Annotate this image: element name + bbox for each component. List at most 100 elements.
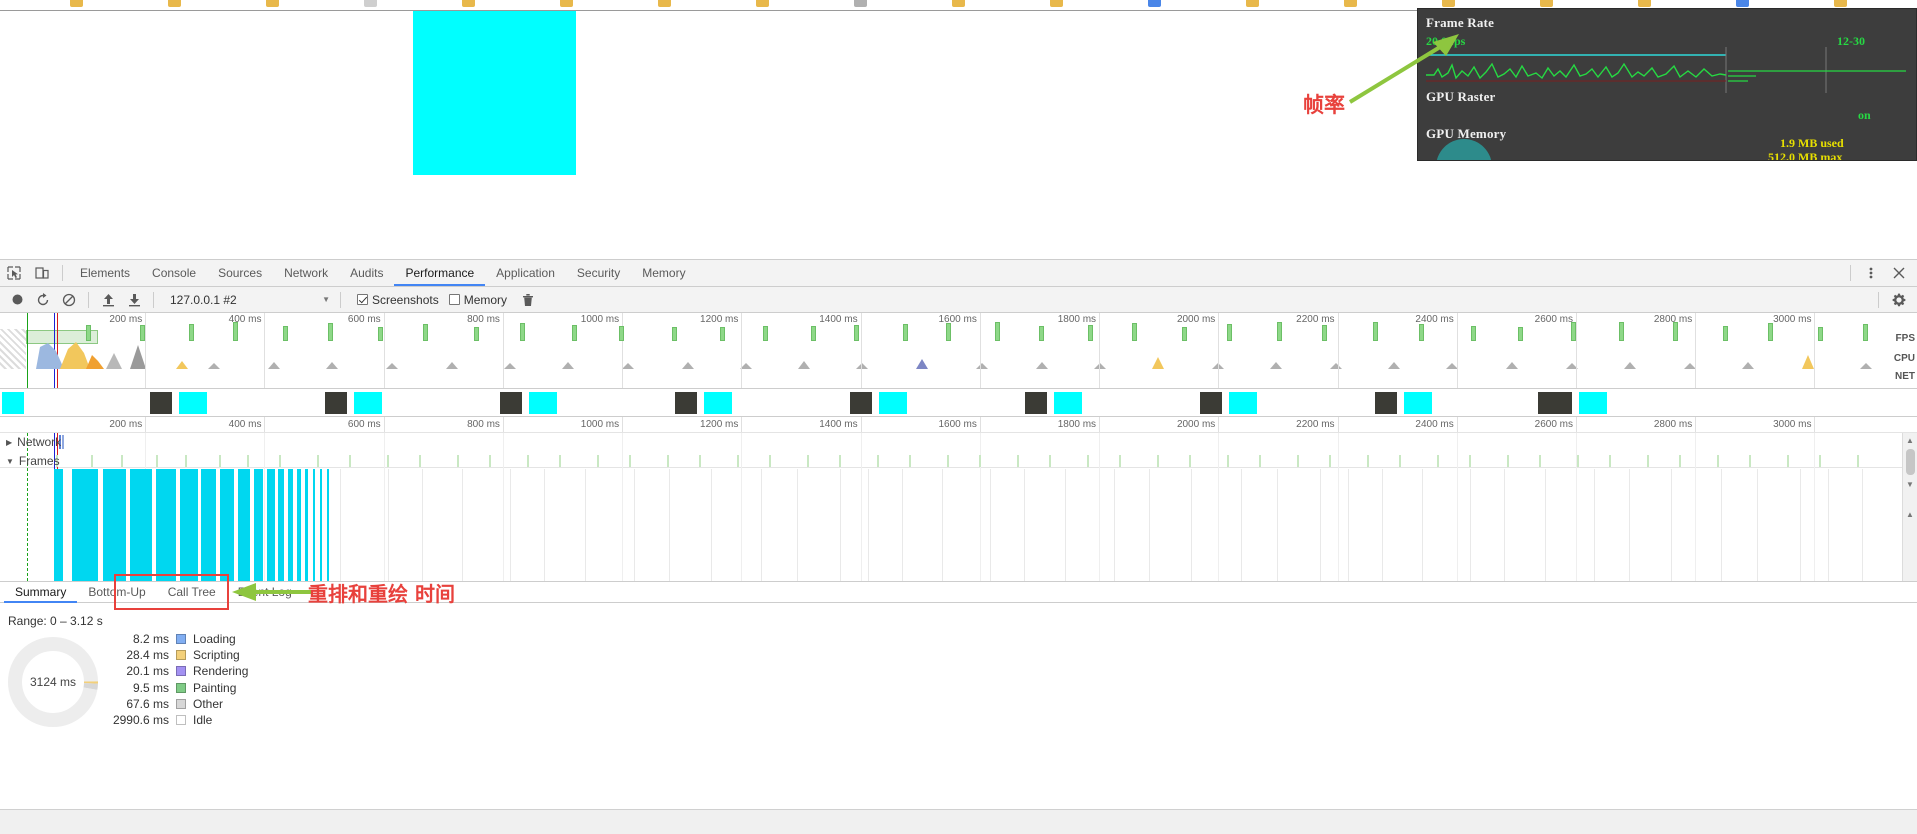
frame-marker xyxy=(1469,455,1471,467)
frame-bar[interactable] xyxy=(254,469,263,581)
frame-bar[interactable] xyxy=(103,469,126,581)
bookmark-item[interactable] xyxy=(1834,0,1847,7)
bookmark-item[interactable] xyxy=(462,0,475,7)
flame-chart-tracks[interactable]: ▶ Network ▼ Frames ▲ ▼ ▲ xyxy=(0,433,1917,581)
frame-bar[interactable] xyxy=(297,469,301,581)
load-profile-icon[interactable] xyxy=(95,288,121,312)
frame-bar[interactable] xyxy=(320,469,322,581)
clear-recording-icon[interactable] xyxy=(56,288,82,312)
screenshot-filmstrip[interactable] xyxy=(0,389,1917,417)
frame-bar[interactable] xyxy=(267,469,275,581)
bookmark-item[interactable] xyxy=(168,0,181,7)
more-options-icon[interactable] xyxy=(1857,260,1885,286)
bookmark-item[interactable] xyxy=(1442,0,1455,7)
session-select[interactable]: 127.0.0.1 #2 ▼ xyxy=(166,290,334,309)
scroll-down-icon[interactable]: ▼ xyxy=(1903,477,1917,491)
tab-audits[interactable]: Audits xyxy=(339,260,394,286)
filmstrip-thumbnail[interactable] xyxy=(704,392,732,414)
frame-bar[interactable] xyxy=(305,469,308,581)
screenshots-checkbox[interactable]: Screenshots xyxy=(357,293,439,307)
save-profile-icon[interactable] xyxy=(121,288,147,312)
inspect-element-icon[interactable] xyxy=(0,260,28,286)
filmstrip-thumbnail[interactable] xyxy=(1025,392,1047,414)
filmstrip-thumbnail[interactable] xyxy=(1200,392,1222,414)
tab-elements[interactable]: Elements xyxy=(69,260,141,286)
bookmark-item[interactable] xyxy=(266,0,279,7)
frame-marker xyxy=(1119,455,1121,467)
tracks-scrollbar[interactable]: ▲ ▼ ▲ xyxy=(1902,433,1917,581)
tab-application[interactable]: Application xyxy=(485,260,566,286)
filmstrip-thumbnail[interactable] xyxy=(1404,392,1432,414)
filmstrip-thumbnail[interactable] xyxy=(2,392,24,414)
tab-performance[interactable]: Performance xyxy=(394,260,486,286)
frame-bar[interactable] xyxy=(238,469,250,581)
tab-bottom-up[interactable]: Bottom-Up xyxy=(77,582,156,603)
tab-event-log[interactable]: Event Log xyxy=(227,582,303,603)
frame-bar[interactable] xyxy=(54,469,63,581)
bookmark-item[interactable] xyxy=(658,0,671,7)
frame-bar[interactable] xyxy=(180,469,198,581)
filmstrip-thumbnail[interactable] xyxy=(1229,392,1257,414)
filmstrip-thumbnail[interactable] xyxy=(1579,392,1607,414)
scrollbar-thumb[interactable] xyxy=(1906,449,1915,475)
bookmark-item[interactable] xyxy=(560,0,573,7)
filmstrip-thumbnail[interactable] xyxy=(500,392,522,414)
collect-garbage-icon[interactable] xyxy=(515,288,541,312)
filmstrip-thumbnail[interactable] xyxy=(354,392,382,414)
frame-bar[interactable] xyxy=(278,469,284,581)
tab-sources[interactable]: Sources xyxy=(207,260,273,286)
frame-bar[interactable] xyxy=(327,469,329,581)
reload-and-record-icon[interactable] xyxy=(30,288,56,312)
filmstrip-thumbnail[interactable] xyxy=(1054,392,1082,414)
tab-console[interactable]: Console xyxy=(141,260,207,286)
bookmark-item[interactable] xyxy=(1344,0,1357,7)
bookmark-item[interactable] xyxy=(1736,0,1749,7)
bookmark-item[interactable] xyxy=(1540,0,1553,7)
bookmark-item[interactable] xyxy=(756,0,769,7)
filmstrip-thumbnail[interactable] xyxy=(1538,392,1560,414)
tab-summary[interactable]: Summary xyxy=(4,582,78,603)
frame-bar[interactable] xyxy=(220,469,234,581)
timeline-overview[interactable]: FPS CPU NET 200 ms 400 ms 600 ms 800 ms 1000… xyxy=(0,313,1917,389)
track-network[interactable]: ▶ Network xyxy=(0,435,61,449)
bookmark-item[interactable] xyxy=(364,0,377,7)
record-icon[interactable] xyxy=(4,288,30,312)
track-frames[interactable]: ▼ Frames xyxy=(0,454,60,468)
frame-bar[interactable] xyxy=(313,469,315,581)
frame-boundary xyxy=(761,469,762,581)
frame-bar[interactable] xyxy=(156,469,176,581)
filmstrip-thumbnail[interactable] xyxy=(850,392,872,414)
close-icon[interactable] xyxy=(1885,260,1913,286)
frame-bar[interactable] xyxy=(130,469,152,581)
bookmark-item[interactable] xyxy=(70,0,83,7)
scroll-up-icon[interactable]: ▲ xyxy=(1903,433,1917,447)
memory-checkbox[interactable]: Memory xyxy=(448,293,507,307)
network-request-bar[interactable] xyxy=(62,435,64,449)
bookmark-item[interactable] xyxy=(1246,0,1259,7)
tab-call-tree[interactable]: Call Tree xyxy=(157,582,227,603)
overview-fps-bar xyxy=(233,322,238,341)
gear-icon[interactable] xyxy=(1885,287,1913,313)
legend-label: Rendering xyxy=(193,664,249,679)
bookmark-item[interactable] xyxy=(1638,0,1651,7)
bookmark-item[interactable] xyxy=(854,0,867,7)
bookmark-item[interactable] xyxy=(952,0,965,7)
frame-bar[interactable] xyxy=(72,469,98,581)
bookmark-item[interactable] xyxy=(1050,0,1063,7)
frame-bar[interactable] xyxy=(201,469,216,581)
filmstrip-thumbnail[interactable] xyxy=(675,392,697,414)
filmstrip-thumbnail[interactable] xyxy=(529,392,557,414)
filmstrip-thumbnail[interactable] xyxy=(150,392,172,414)
filmstrip-thumbnail[interactable] xyxy=(179,392,207,414)
tab-memory[interactable]: Memory xyxy=(631,260,696,286)
tab-network[interactable]: Network xyxy=(273,260,339,286)
frame-bar[interactable] xyxy=(288,469,293,581)
tab-security[interactable]: Security xyxy=(566,260,631,286)
scroll-up-icon-2[interactable]: ▲ xyxy=(1903,507,1917,521)
filmstrip-thumbnail[interactable] xyxy=(325,392,347,414)
device-toolbar-icon[interactable] xyxy=(28,260,56,286)
filmstrip-thumbnail[interactable] xyxy=(879,392,907,414)
bookmark-item[interactable] xyxy=(1148,0,1161,7)
legend-row-scripting: 28.4 ms Scripting xyxy=(108,647,248,663)
filmstrip-thumbnail[interactable] xyxy=(1375,392,1397,414)
